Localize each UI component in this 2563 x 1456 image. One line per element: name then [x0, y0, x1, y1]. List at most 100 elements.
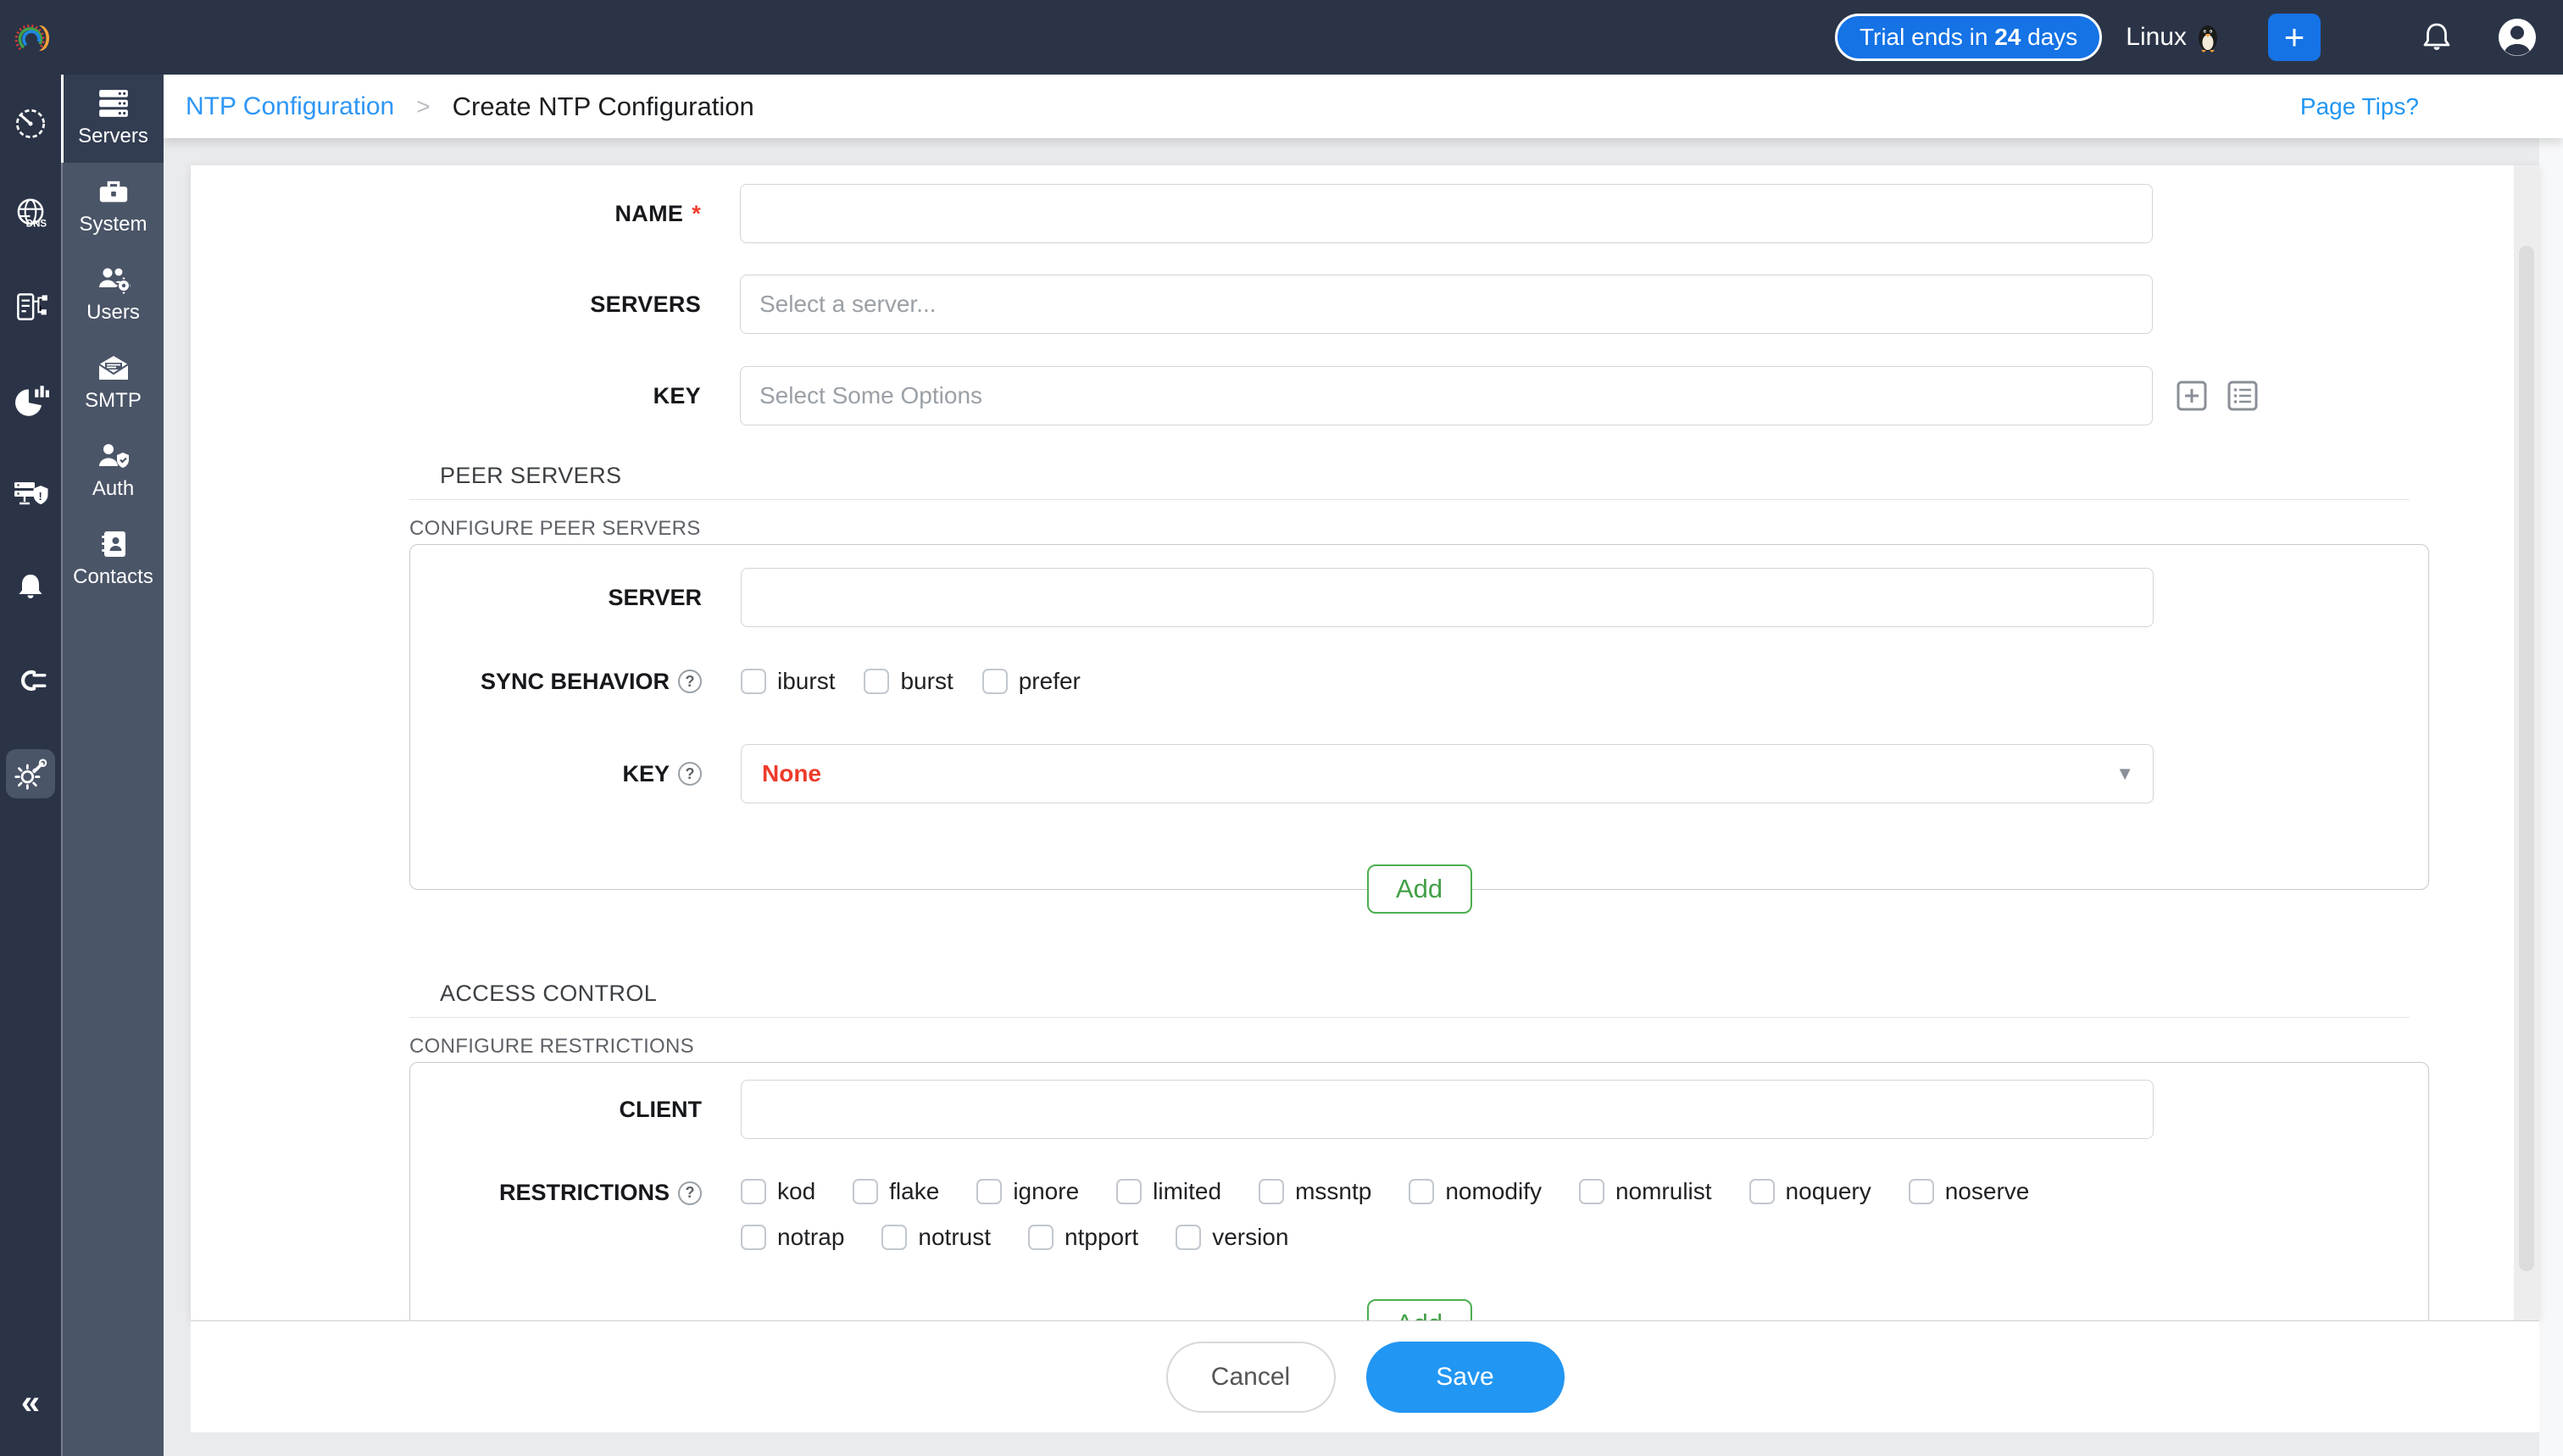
- user-avatar[interactable]: [2497, 17, 2538, 58]
- configure-restrictions-label: CONFIGURE RESTRICTIONS: [409, 1035, 2539, 1059]
- server-shield-icon: !: [10, 475, 51, 514]
- checkbox-label: notrust: [918, 1224, 991, 1251]
- servers-select-input[interactable]: [740, 275, 2153, 334]
- quick-add-button[interactable]: +: [2268, 14, 2321, 61]
- help-icon[interactable]: ?: [678, 762, 702, 786]
- trial-countdown-badge[interactable]: Trial ends in 24 days: [1835, 14, 2102, 61]
- plug-icon: [11, 661, 50, 700]
- name-input[interactable]: [740, 184, 2153, 243]
- restriction-option[interactable]: nomrulist: [1579, 1178, 1712, 1205]
- list-square-icon[interactable]: [2226, 379, 2260, 413]
- client-input[interactable]: [741, 1080, 2154, 1139]
- app-window: Trial ends in 24 days Linux +: [0, 0, 2563, 1456]
- checkbox[interactable]: [1409, 1179, 1434, 1204]
- access-control-title: ACCESS CONTROL: [409, 981, 2410, 1007]
- restriction-option[interactable]: noquery: [1749, 1178, 1871, 1205]
- card-scrollbar[interactable]: [2514, 165, 2539, 1320]
- client-row: CLIENT: [410, 1080, 2428, 1139]
- restriction-option[interactable]: ntpport: [1028, 1224, 1138, 1251]
- restriction-option[interactable]: flake: [853, 1178, 939, 1205]
- save-button[interactable]: Save: [1366, 1342, 1565, 1413]
- page-title: Create NTP Configuration: [453, 92, 754, 122]
- chevron-down-icon: ▼: [2115, 763, 2134, 785]
- key-actions: [2175, 379, 2260, 413]
- peer-key-select[interactable]: None ▼: [741, 744, 2154, 803]
- sidebar-item-smtp[interactable]: SMTP: [63, 339, 164, 427]
- checkbox[interactable]: [741, 1179, 766, 1204]
- servers-row: SERVERS: [191, 275, 2539, 334]
- sidebar-item-users[interactable]: Users: [63, 251, 164, 339]
- toolbox-icon: [97, 177, 130, 206]
- restriction-option[interactable]: notrap: [741, 1224, 844, 1251]
- page-header: NTP Configuration > Create NTP Configura…: [164, 75, 2563, 138]
- key-select-input[interactable]: [740, 366, 2153, 425]
- collapse-sidebar-button[interactable]: «: [21, 1384, 40, 1456]
- peer-key-label: KEY: [622, 761, 670, 787]
- restriction-option[interactable]: nomodify: [1409, 1178, 1542, 1205]
- sidebar-item-label: Servers: [78, 125, 148, 148]
- restriction-option[interactable]: ignore: [976, 1178, 1079, 1205]
- sidebar-item-label: SMTP: [85, 389, 142, 413]
- checkbox[interactable]: [741, 1225, 766, 1250]
- rail-item-server-security[interactable]: !: [0, 447, 61, 541]
- checkbox[interactable]: [1749, 1179, 1775, 1204]
- os-label: Linux: [2126, 23, 2187, 52]
- checkbox[interactable]: [1909, 1179, 1934, 1204]
- scrollbar-thumb[interactable]: [2519, 246, 2534, 1271]
- checkbox[interactable]: [1259, 1179, 1284, 1204]
- checkbox-label: prefer: [1019, 668, 1081, 695]
- sync-behavior-row: SYNC BEHAVIOR ? iburst: [410, 668, 2428, 695]
- checkbox[interactable]: [1579, 1179, 1604, 1204]
- checkbox[interactable]: [741, 669, 766, 694]
- globe-dns-icon: DNS: [11, 195, 50, 234]
- breadcrumb-parent-link[interactable]: NTP Configuration: [186, 92, 394, 121]
- restriction-option[interactable]: notrust: [881, 1224, 991, 1251]
- sync-option[interactable]: burst: [864, 668, 953, 695]
- rail-item-alerts[interactable]: [0, 541, 61, 634]
- rail-item-server-config[interactable]: [0, 261, 61, 354]
- trial-text-suffix: days: [2021, 24, 2077, 51]
- peer-key-selected-value: None: [762, 760, 821, 787]
- page-tips-link[interactable]: Page Tips?: [2300, 93, 2419, 120]
- add-restriction-button[interactable]: Add: [1367, 1299, 1472, 1320]
- peer-server-label: SERVER: [608, 585, 702, 611]
- restriction-option[interactable]: noserve: [1909, 1178, 2030, 1205]
- cancel-button[interactable]: Cancel: [1166, 1342, 1336, 1413]
- checkbox[interactable]: [853, 1179, 878, 1204]
- sidebar-item-label: System: [79, 213, 147, 236]
- checkbox[interactable]: [982, 669, 1008, 694]
- peer-servers-box: SERVER SYNC BEHAVIOR ? iburst: [409, 544, 2429, 890]
- checkbox[interactable]: [881, 1225, 907, 1250]
- peer-server-input[interactable]: [741, 568, 2154, 627]
- restriction-option[interactable]: mssntp: [1259, 1178, 1371, 1205]
- add-square-icon[interactable]: [2175, 379, 2209, 413]
- rail-item-tools[interactable]: [0, 727, 61, 820]
- help-icon[interactable]: ?: [678, 670, 702, 693]
- sidebar-item-contacts[interactable]: Contacts: [63, 515, 164, 603]
- checkbox[interactable]: [864, 669, 889, 694]
- checkbox[interactable]: [1028, 1225, 1054, 1250]
- svg-text:DNS: DNS: [26, 220, 47, 230]
- envelope-icon: [97, 353, 131, 382]
- rail-item-reports[interactable]: [0, 354, 61, 447]
- penguin-icon: [2195, 22, 2221, 53]
- restriction-option[interactable]: limited: [1116, 1178, 1221, 1205]
- add-peer-server-button[interactable]: Add: [1367, 864, 1472, 914]
- notifications-button[interactable]: [2421, 20, 2453, 54]
- checkbox[interactable]: [1176, 1225, 1201, 1250]
- rail-item-dns[interactable]: DNS: [0, 168, 61, 261]
- sync-option[interactable]: iburst: [741, 668, 835, 695]
- checkbox[interactable]: [1116, 1179, 1142, 1204]
- sidebar-item-servers[interactable]: Servers: [63, 75, 164, 163]
- sync-option[interactable]: prefer: [982, 668, 1081, 695]
- help-icon[interactable]: ?: [678, 1181, 702, 1205]
- restriction-option[interactable]: version: [1176, 1224, 1288, 1251]
- section-divider: [409, 1017, 2410, 1018]
- sidebar-item-auth[interactable]: Auth: [63, 427, 164, 515]
- checkbox-label: nomodify: [1445, 1178, 1542, 1205]
- checkbox[interactable]: [976, 1179, 1002, 1204]
- sidebar-item-system[interactable]: System: [63, 163, 164, 251]
- rail-item-integrations[interactable]: [0, 634, 61, 727]
- restriction-option[interactable]: kod: [741, 1178, 815, 1205]
- rail-item-dashboard[interactable]: [0, 75, 61, 168]
